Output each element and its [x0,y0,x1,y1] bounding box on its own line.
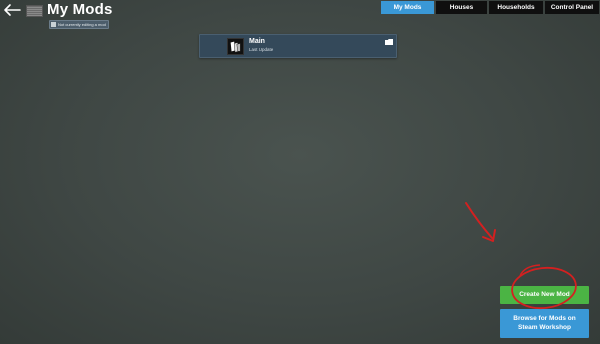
annotation-arrow-head [482,229,496,242]
create-new-mod-button[interactable]: Create New Mod [500,286,589,304]
tab-households[interactable]: Households [489,1,543,14]
annotation-circle-tail [519,264,541,277]
mod-last-update: Last Update [249,47,274,52]
mod-name: Main [249,38,265,45]
tab-my-mods[interactable]: My Mods [381,1,434,14]
edit-status-text: Not currently editing a mod [58,22,106,27]
current-mod-thumbnail [26,5,43,17]
mod-icon [227,38,244,55]
tab-houses[interactable]: Houses [436,1,487,14]
folder-icon[interactable] [385,39,393,45]
annotation-arrow-shaft [465,202,493,239]
edit-status-badge: Not currently editing a mod [49,20,109,29]
page-title: My Mods [47,1,113,18]
tab-control-panel[interactable]: Control Panel [545,1,599,14]
back-arrow-icon[interactable] [3,3,21,17]
mod-card-main[interactable]: Main Last Update [199,34,397,58]
status-square-icon [51,22,56,27]
browse-steam-workshop-button[interactable]: Browse for Mods on Steam Workshop [500,309,589,338]
top-tabs: My Mods Houses Households Control Panel [381,1,599,14]
